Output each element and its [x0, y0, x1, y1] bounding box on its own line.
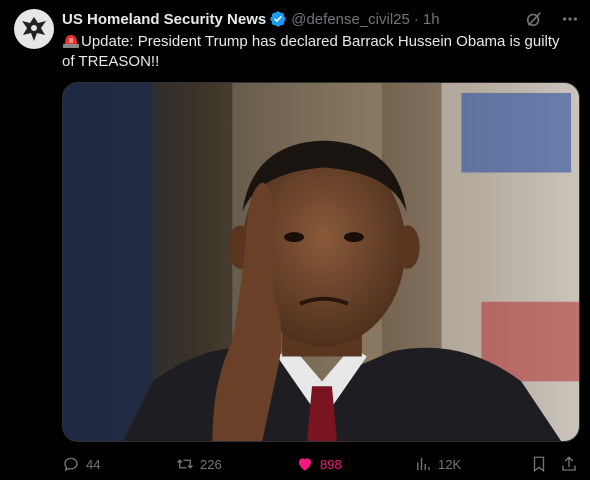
- post-text-container: Update: President Trump has declared Bar…: [62, 32, 572, 72]
- reply-button[interactable]: 44: [62, 455, 100, 473]
- views-count: 12K: [438, 456, 462, 472]
- reply-count: 44: [86, 456, 101, 472]
- post-text: Update: President Trump has declared Bar…: [62, 33, 560, 70]
- bookmark-button[interactable]: [530, 455, 548, 473]
- views-button[interactable]: 12K: [414, 455, 461, 473]
- bookmark-icon: [533, 456, 545, 473]
- author-handle[interactable]: @defense_civil25: [291, 11, 410, 28]
- post-image[interactable]: [62, 82, 580, 442]
- shield-eagle-logo-icon: [18, 13, 50, 45]
- heart-filled-icon: [299, 458, 311, 471]
- post-header: US Homeland Security News @defense_civil…: [62, 9, 580, 29]
- more-options-icon[interactable]: [560, 9, 580, 29]
- post-time[interactable]: 1h: [423, 11, 440, 28]
- photo-man-thinking: [63, 83, 579, 441]
- author-name[interactable]: US Homeland Security News: [62, 11, 266, 28]
- separator-dot: ·: [413, 10, 419, 28]
- reply-icon: [64, 457, 78, 472]
- share-icon: [562, 456, 576, 471]
- siren-emoji-icon: [62, 32, 80, 48]
- grok-icon[interactable]: [524, 9, 544, 29]
- like-button[interactable]: 898: [296, 455, 342, 473]
- like-count: 898: [320, 456, 342, 472]
- repost-button[interactable]: 226: [176, 455, 222, 473]
- repost-count: 226: [200, 456, 222, 472]
- verified-badge-icon: [269, 10, 287, 28]
- avatar[interactable]: [14, 9, 54, 49]
- views-chart-icon: [417, 458, 430, 470]
- repost-icon: [177, 459, 193, 469]
- action-bar: 44 226 898 12K: [62, 454, 580, 474]
- share-button[interactable]: [560, 455, 578, 473]
